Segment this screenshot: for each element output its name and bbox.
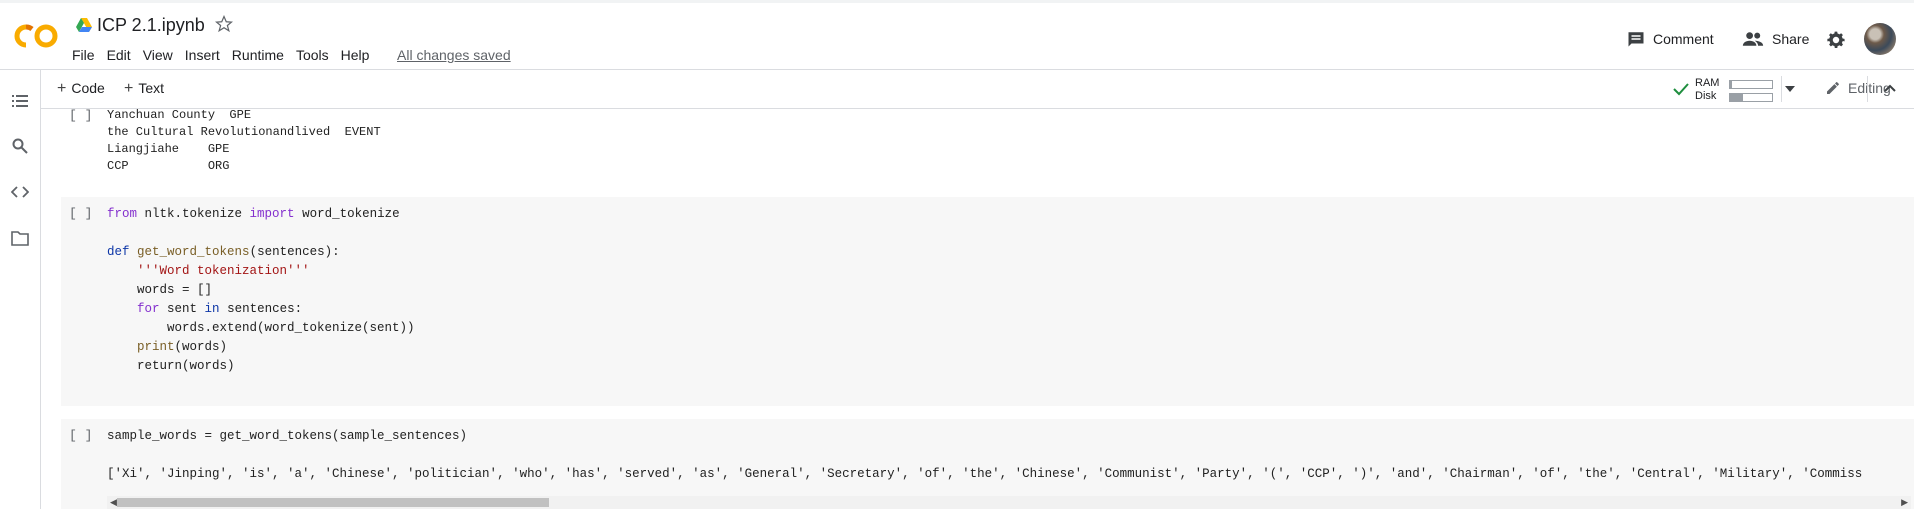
comment-button[interactable]: Comment <box>1627 30 1714 48</box>
menu-view[interactable]: View <box>143 47 179 63</box>
share-label: Share <box>1772 31 1810 47</box>
code-token: def <box>107 245 130 259</box>
share-button[interactable]: Share <box>1742 30 1809 48</box>
scroll-right-icon[interactable]: ▶ <box>1901 497 1908 508</box>
table-of-contents-icon[interactable] <box>11 92 29 110</box>
code-snippets-icon[interactable] <box>11 183 29 201</box>
menu-help[interactable]: Help <box>341 47 376 63</box>
code-line: return(words) <box>107 359 235 373</box>
code-line: words.extend(word_tokenize(sent)) <box>107 321 415 335</box>
menu-tools[interactable]: Tools <box>296 47 335 63</box>
editing-mode-button[interactable]: Editing <box>1825 80 1891 96</box>
notebook-toolbar: + Code + Text RAM Disk Editing <box>41 70 1914 109</box>
comment-label: Comment <box>1653 31 1714 47</box>
settings-gear-icon[interactable] <box>1825 29 1847 51</box>
code-cell[interactable]: [ ] from nltk.tokenize import word_token… <box>61 197 1914 406</box>
output-line: Liangjiahe GPE <box>107 142 230 156</box>
notebook-area: [ ] Yanchuan County GPE the Cultural Revo… <box>41 109 1914 509</box>
code-token: from <box>107 207 138 221</box>
notebook-title[interactable]: ICP 2.1.ipynb <box>97 15 205 36</box>
plus-icon: + <box>57 80 67 97</box>
output-line: CCP ORG <box>107 159 230 173</box>
ram-bar-fill <box>1730 81 1733 88</box>
code-token: word_tokenize <box>294 207 400 221</box>
code-token: nltk.tokenize <box>137 207 250 221</box>
comment-icon <box>1628 32 1644 47</box>
user-avatar[interactable] <box>1864 23 1896 55</box>
divider <box>1781 76 1782 102</box>
people-icon <box>1742 32 1764 46</box>
code-token: for <box>137 302 160 316</box>
cell-output: Yanchuan County GPE the Cultural Revoluti… <box>107 109 381 175</box>
code-token: import <box>249 207 295 221</box>
code-token: sentences: <box>219 302 303 316</box>
code-line: words = [] <box>107 283 213 297</box>
resources-indicator[interactable]: RAM Disk <box>1671 76 1806 104</box>
ram-label: RAM <box>1695 77 1720 89</box>
code-token: print <box>137 340 175 354</box>
menu-runtime[interactable]: Runtime <box>232 47 290 63</box>
google-drive-icon[interactable] <box>76 17 92 33</box>
code-editor[interactable]: sample_words = get_word_tokens(sample_se… <box>107 427 467 446</box>
code-line: '''Word tokenization''' <box>107 264 310 278</box>
disk-bar-fill <box>1730 94 1743 101</box>
run-cell-button[interactable]: [ ] <box>69 428 92 443</box>
files-folder-icon[interactable] <box>11 229 29 247</box>
divider <box>1867 76 1868 102</box>
plus-icon: + <box>124 80 134 97</box>
menu-file[interactable]: File <box>72 47 101 63</box>
menu-insert[interactable]: Insert <box>185 47 226 63</box>
code-token: (sentences): <box>249 245 340 259</box>
disk-label: Disk <box>1695 90 1717 102</box>
code-token: in <box>204 302 220 316</box>
code-token: (words) <box>174 340 228 354</box>
add-text-label: Text <box>138 80 165 96</box>
scroll-left-icon[interactable]: ◀ <box>110 497 117 508</box>
star-icon[interactable] <box>215 15 233 33</box>
save-status[interactable]: All changes saved <box>397 47 511 63</box>
code-token: get_word_tokens <box>137 245 250 259</box>
menu-bar: File Edit View Insert Runtime Tools Help <box>72 47 381 63</box>
add-code-button[interactable]: + Code <box>57 80 105 98</box>
output-line: the Cultural Revolutionandlived EVENT <box>107 125 381 139</box>
connected-check-icon <box>1673 83 1689 96</box>
search-icon[interactable] <box>11 137 29 155</box>
code-editor[interactable]: from nltk.tokenize import word_tokenize​… <box>107 205 415 376</box>
output-line: Yanchuan County GPE <box>107 109 252 122</box>
add-text-button[interactable]: + Text <box>124 80 164 98</box>
horizontal-scrollbar[interactable]: ◀ ▶ <box>107 496 1911 509</box>
code-token: sent <box>159 302 205 316</box>
chevron-up-icon[interactable] <box>1884 84 1896 92</box>
menu-edit[interactable]: Edit <box>107 47 137 63</box>
disk-bar <box>1729 93 1773 102</box>
pencil-icon <box>1827 82 1839 94</box>
colab-logo[interactable] <box>13 21 59 51</box>
add-code-label: Code <box>71 80 105 96</box>
ram-bar <box>1729 80 1773 89</box>
header: ICP 2.1.ipynb File Edit View Insert Runt… <box>0 3 1914 70</box>
left-rail <box>0 70 41 509</box>
scrollbar-thumb[interactable] <box>117 498 549 507</box>
run-cell-button[interactable]: [ ] <box>69 109 92 123</box>
run-cell-button[interactable]: [ ] <box>69 206 92 221</box>
dropdown-arrow-icon[interactable] <box>1785 86 1795 92</box>
cell-output: ['Xi', 'Jinping', 'is', 'a', 'Chinese', … <box>107 467 1863 481</box>
